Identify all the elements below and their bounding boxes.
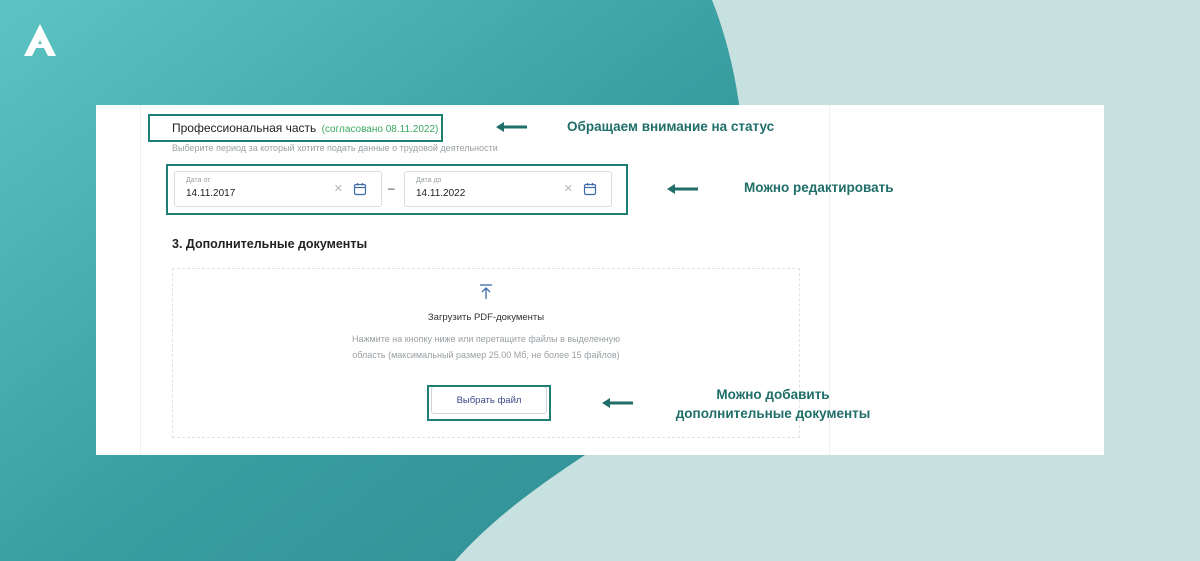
date-from-label: Дата от bbox=[186, 177, 211, 184]
date-to-field[interactable]: Дата до 14.11.2022 ✕ bbox=[404, 171, 612, 207]
calendar-icon[interactable] bbox=[583, 182, 597, 196]
arrow-left-icon bbox=[602, 398, 633, 408]
date-from-field[interactable]: Дата от 14.11.2017 ✕ bbox=[174, 171, 382, 207]
callout-add-documents: Можно добавить дополнительные документы bbox=[660, 385, 886, 423]
arrow-left-icon bbox=[496, 122, 527, 132]
date-to-value[interactable]: 14.11.2022 bbox=[416, 188, 465, 199]
status-highlight-box bbox=[148, 114, 443, 142]
a-letter-logo bbox=[24, 24, 56, 56]
date-from-value[interactable]: 14.11.2017 bbox=[186, 188, 235, 199]
arrow-left-icon bbox=[667, 184, 698, 194]
callout-add-documents-line1: Можно добавить bbox=[716, 387, 830, 402]
date-to-label: Дата до bbox=[416, 177, 442, 184]
upload-icon bbox=[480, 284, 492, 299]
range-separator: – bbox=[388, 181, 395, 195]
documents-heading: 3. Дополнительные документы bbox=[172, 237, 368, 251]
callout-add-documents-line2: дополнительные документы bbox=[675, 406, 871, 421]
close-icon[interactable]: ✕ bbox=[564, 182, 573, 195]
close-icon[interactable]: ✕ bbox=[334, 182, 343, 195]
form-panel: Профессиональная часть (согласовано 08.1… bbox=[96, 105, 1104, 455]
calendar-icon[interactable] bbox=[353, 182, 367, 196]
period-hint: Выберите период за который хотите подать… bbox=[172, 143, 498, 153]
choose-file-highlight-box bbox=[427, 385, 551, 421]
upload-title: Загрузить PDF-документы bbox=[427, 312, 545, 323]
callout-editable: Можно редактировать bbox=[744, 180, 894, 195]
upload-description: Нажмите на кнопку ниже или перетащите фа… bbox=[351, 334, 621, 360]
callout-status: Обращаем внимание на статус bbox=[567, 119, 775, 134]
panel-divider bbox=[140, 105, 141, 455]
